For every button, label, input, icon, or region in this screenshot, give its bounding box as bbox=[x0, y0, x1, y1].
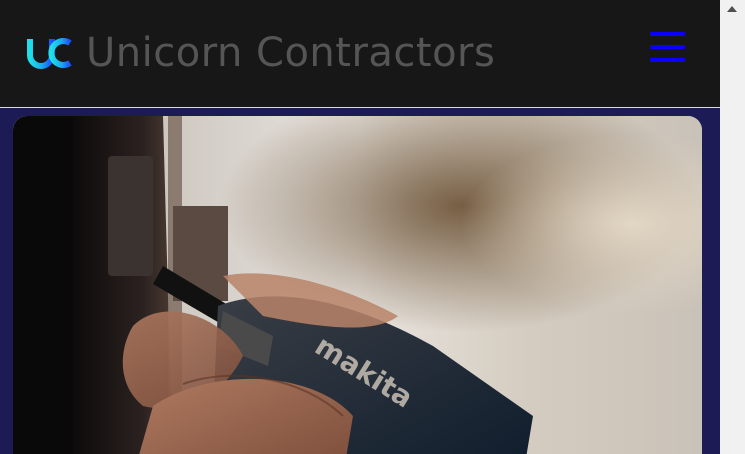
brand-link[interactable]: Unicorn Contractors bbox=[26, 28, 495, 78]
navbar: Unicorn Contractors bbox=[0, 0, 720, 108]
hamburger-line bbox=[650, 58, 685, 62]
hamburger-menu-icon bbox=[650, 32, 685, 36]
page-scrollbar[interactable] bbox=[720, 0, 745, 454]
page-viewport: Unicorn Contractors makita bbox=[0, 0, 720, 454]
uc-monogram-icon bbox=[27, 38, 72, 69]
hero-image: makita bbox=[13, 116, 702, 454]
hamburger-line bbox=[650, 45, 685, 49]
hamburger-menu-button[interactable] bbox=[648, 32, 688, 66]
brand-name: Unicorn Contractors bbox=[86, 30, 496, 76]
scroll-up-arrow-icon[interactable] bbox=[727, 6, 737, 12]
power-drill-photo: makita bbox=[13, 116, 702, 454]
